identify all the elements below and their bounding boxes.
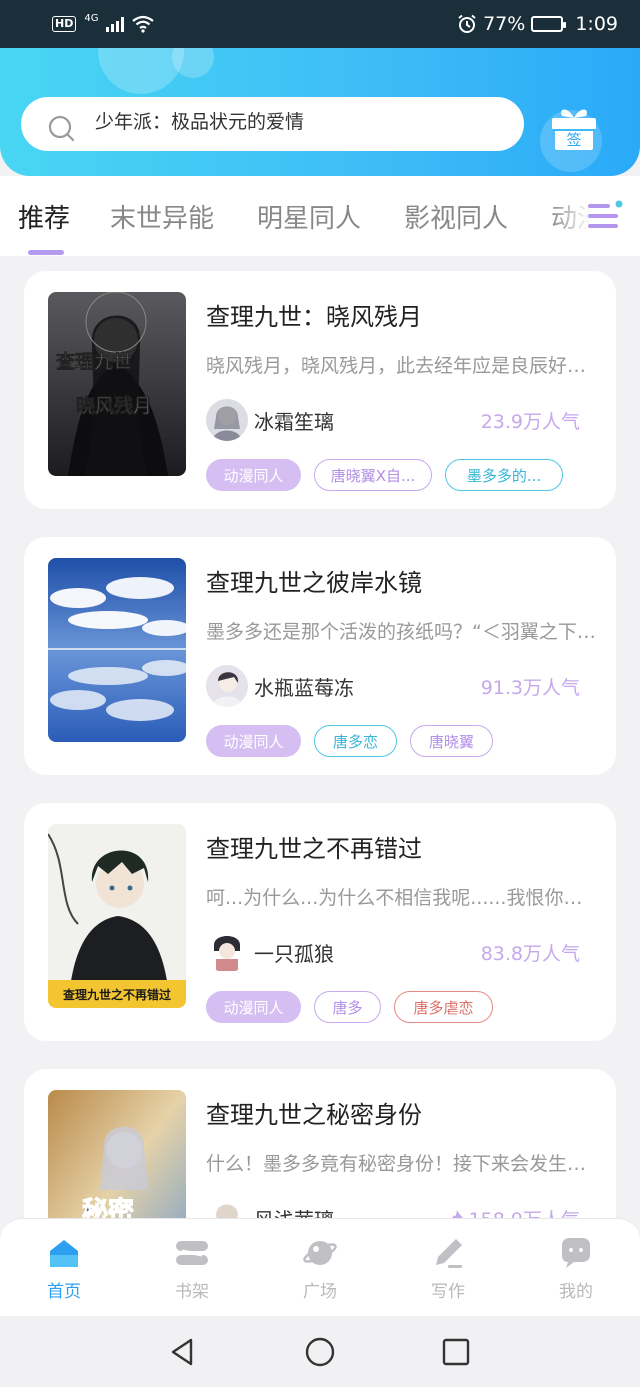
tab-celebrity-fanfic[interactable]: 明星同人	[257, 198, 361, 235]
wifi-icon	[132, 15, 155, 33]
book-title: 查理九世之不再错过	[206, 835, 422, 863]
book-description: 墨多多还是那个活泼的孩纸吗？“＜羽翼之下的梦”	[206, 621, 596, 643]
tag[interactable]: 动漫同人	[206, 725, 301, 757]
tab-recommend[interactable]: 推荐	[18, 198, 70, 235]
decor-bubble	[172, 48, 214, 78]
clock: 1:09	[575, 13, 618, 35]
author-avatar[interactable]	[206, 665, 248, 707]
book-title: 查理九世：晓风残月	[206, 303, 422, 331]
tag[interactable]: 动漫同人	[206, 991, 301, 1023]
header: 少年派：极品状元的爱情 签	[0, 48, 640, 176]
book-feed: 查理九世 晓风残月 查理九世：晓风残月 晓风残月，晓风残月，此去经年应是良辰好景…	[0, 256, 640, 1218]
tag[interactable]: 唐晓翼X自...	[314, 459, 432, 491]
tag-list: 动漫同人 唐多恋 唐晓翼	[206, 725, 493, 757]
svg-text:晓风残月: 晓风残月	[76, 394, 152, 417]
book-card[interactable]: 查理九世之彼岸水镜 墨多多还是那个活泼的孩纸吗？“＜羽翼之下的梦” 水瓶蓝莓冻 …	[24, 537, 616, 775]
popularity-count: 158.9万人气	[449, 1205, 580, 1218]
sign-label: 签	[566, 131, 581, 149]
book-cover: 秘密	[48, 1090, 186, 1218]
book-description: 呵...为什么...为什么不相信我呢......我恨你们！	[206, 887, 596, 909]
book-cover: 查理九世之不再错过	[48, 824, 186, 1008]
tag[interactable]: 墨多多的...	[445, 459, 563, 491]
tag[interactable]: 唐晓翼	[410, 725, 493, 757]
book-card[interactable]: 查理九世 晓风残月 查理九世：晓风残月 晓风残月，晓风残月，此去经年应是良辰好景…	[24, 271, 616, 509]
popularity-count: 83.8万人气	[480, 942, 580, 965]
author-name[interactable]: 水瓶蓝莓冻	[254, 672, 354, 701]
hd-icon: HD	[52, 16, 77, 32]
active-tab-indicator	[28, 250, 64, 255]
tag[interactable]: 唐多恋	[314, 725, 397, 757]
book-description: 什么！墨多多竟有秘密身份！接下来会发生什么呢？	[206, 1153, 596, 1175]
search-icon	[48, 115, 75, 142]
book-description: 晓风残月，晓风残月，此去经年应是良辰好景虚设。	[206, 355, 596, 377]
flame-icon	[451, 1209, 463, 1218]
tab-film-fanfic[interactable]: 影视同人	[404, 198, 508, 235]
nav-home[interactable]: 首页	[0, 1219, 128, 1316]
planet-icon	[303, 1241, 337, 1265]
author-row: 一只孤狼 83.8万人气	[206, 931, 580, 973]
home-circle-icon[interactable]	[304, 1336, 336, 1368]
nav-me[interactable]: 我的	[512, 1219, 640, 1316]
bottom-nav: 首页 书架 广场 写作 我的	[0, 1218, 640, 1316]
tag[interactable]: 动漫同人	[206, 459, 301, 491]
author-name[interactable]: 风浅茜璃	[254, 1204, 334, 1219]
recents-icon[interactable]	[440, 1336, 472, 1368]
chat-bubble-icon	[562, 1238, 590, 1268]
popularity-count: 91.3万人气	[480, 676, 580, 699]
tag[interactable]: 唐多虐恋	[394, 991, 493, 1023]
nav-write[interactable]: 写作	[384, 1219, 512, 1316]
category-menu-icon[interactable]	[588, 200, 624, 232]
book-title: 查理九世之秘密身份	[206, 1101, 422, 1129]
tab-apocalypse-powers[interactable]: 末世异能	[110, 198, 214, 235]
system-nav-bar	[0, 1316, 640, 1387]
nav-square[interactable]: 广场	[256, 1219, 384, 1316]
network-type: 4G	[84, 12, 99, 24]
author-avatar[interactable]	[206, 399, 248, 441]
author-row: 水瓶蓝莓冻 91.3万人气	[206, 665, 580, 707]
book-title: 查理九世之彼岸水镜	[206, 569, 422, 597]
svg-text:查理九世之不再错过: 查理九世之不再错过	[62, 987, 171, 1002]
sign-in-gift-button[interactable]: 签	[546, 100, 602, 156]
book-card[interactable]: 查理九世之不再错过 查理九世之不再错过 呵...为什么...为什么不相信我呢..…	[24, 803, 616, 1041]
write-icon	[436, 1239, 462, 1268]
battery-percent: 77%	[483, 13, 526, 35]
category-tabs: 推荐 末世异能 明星同人 影视同人 动漫	[0, 176, 640, 256]
status-bar: HD 4G 77% 1:09	[0, 0, 640, 48]
author-avatar[interactable]	[206, 1197, 248, 1218]
svg-text:秘密: 秘密	[82, 1196, 134, 1218]
author-row: 风浅茜璃 158.9万人气	[206, 1197, 580, 1218]
tag-list: 动漫同人 唐多 唐多虐恋	[206, 991, 493, 1023]
popularity-count: 23.9万人气	[480, 410, 580, 433]
author-name[interactable]: 一只孤狼	[254, 938, 334, 967]
book-cover	[48, 558, 186, 742]
back-icon[interactable]	[167, 1336, 199, 1368]
book-cover: 查理九世 晓风残月	[48, 292, 186, 476]
author-row: 冰霜笙璃 23.9万人气	[206, 399, 580, 441]
bookshelf-icon	[176, 1241, 208, 1265]
nav-bookshelf[interactable]: 书架	[128, 1219, 256, 1316]
search-query: 少年派：极品状元的爱情	[95, 110, 305, 133]
book-card[interactable]: 秘密 查理九世之秘密身份 什么！墨多多竟有秘密身份！接下来会发生什么呢？ 风浅茜…	[24, 1069, 616, 1218]
author-avatar[interactable]	[206, 931, 248, 973]
author-name[interactable]: 冰霜笙璃	[254, 406, 334, 435]
battery-icon	[531, 16, 567, 32]
search-bar[interactable]: 少年派：极品状元的爱情	[21, 97, 524, 151]
gift-icon: 签	[552, 109, 596, 150]
svg-text:查理九世: 查理九世	[55, 350, 132, 373]
tag[interactable]: 唐多	[314, 991, 381, 1023]
alarm-icon	[458, 14, 476, 33]
tag-list: 动漫同人 唐晓翼X自... 墨多多的...	[206, 459, 563, 491]
home-icon	[50, 1240, 78, 1267]
signal-icon	[106, 16, 125, 32]
